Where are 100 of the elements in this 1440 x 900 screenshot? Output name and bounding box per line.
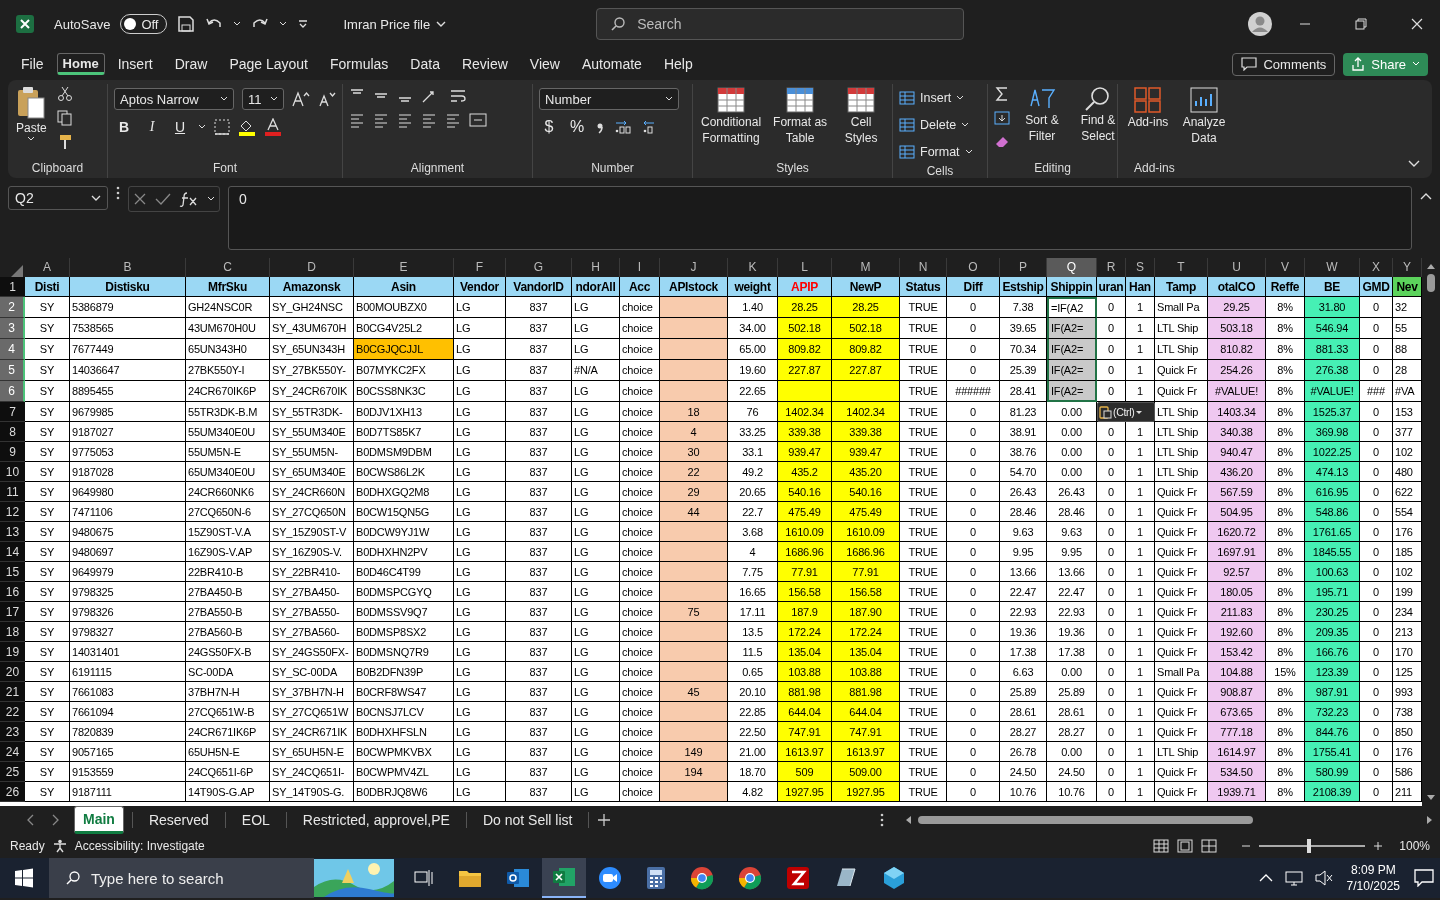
row-number[interactable]: 22 bbox=[0, 702, 25, 722]
insert-function-icon[interactable] bbox=[179, 191, 199, 207]
name-box[interactable]: Q2 bbox=[8, 186, 108, 210]
start-icon[interactable] bbox=[14, 868, 34, 888]
row-number[interactable]: 16 bbox=[0, 582, 25, 602]
more-icon[interactable] bbox=[116, 186, 120, 200]
row-number[interactable]: 1 bbox=[0, 277, 25, 297]
fill-icon[interactable] bbox=[994, 110, 1010, 126]
accessibility-icon[interactable] bbox=[52, 839, 67, 853]
caret-icon[interactable] bbox=[233, 20, 242, 28]
row-number[interactable]: 23 bbox=[0, 722, 25, 742]
row-number[interactable]: 18 bbox=[0, 622, 25, 642]
previous-sheet-icon[interactable] bbox=[26, 814, 36, 826]
page-layout-icon[interactable] bbox=[1177, 839, 1194, 853]
caret-icon[interactable] bbox=[279, 20, 288, 28]
menu-tab[interactable]: Insert bbox=[108, 49, 162, 79]
row-number[interactable]: 11 bbox=[0, 482, 25, 502]
zoom-level[interactable]: 100% bbox=[1399, 839, 1430, 853]
close-icon[interactable] bbox=[1411, 18, 1423, 30]
fill-color-icon[interactable] bbox=[238, 118, 256, 136]
bold-button[interactable]: B bbox=[114, 119, 134, 135]
font-color-icon[interactable] bbox=[264, 118, 282, 136]
calculator-icon[interactable] bbox=[646, 866, 666, 890]
increase-decimal-icon[interactable] bbox=[613, 119, 633, 135]
folder-icon[interactable] bbox=[458, 868, 482, 888]
taskbar-search-field[interactable]: Type here to search bbox=[91, 858, 314, 898]
editing-button[interactable]: Find & Select bbox=[1074, 84, 1122, 146]
avatar-icon[interactable] bbox=[1248, 12, 1272, 36]
menu-tab[interactable]: File bbox=[12, 49, 53, 79]
browser-icon[interactable] bbox=[738, 866, 762, 890]
number-format-field[interactable]: Number bbox=[539, 88, 679, 110]
underline-button[interactable]: U bbox=[170, 119, 190, 135]
row-number[interactable]: 6 bbox=[0, 381, 25, 402]
scroll-up-icon[interactable] bbox=[1426, 262, 1436, 270]
cells-button[interactable]: Delete bbox=[899, 113, 970, 137]
sheet-tab[interactable]: EOL bbox=[233, 806, 278, 834]
merge-icon[interactable] bbox=[469, 112, 487, 128]
sheet-tab[interactable]: Main bbox=[74, 806, 124, 834]
row-number[interactable]: 17 bbox=[0, 602, 25, 622]
menu-tab[interactable]: Page Layout bbox=[220, 49, 317, 79]
align-icon[interactable] bbox=[421, 112, 437, 128]
row-number[interactable]: 19 bbox=[0, 642, 25, 662]
scroll-right-icon[interactable] bbox=[1426, 815, 1434, 825]
paste-options-button[interactable]: (Ctrl) bbox=[1097, 402, 1155, 422]
zoom-in-icon[interactable] bbox=[1373, 841, 1384, 851]
cut-icon[interactable] bbox=[56, 86, 73, 102]
grow-font-icon[interactable] bbox=[292, 91, 310, 107]
network-icon[interactable] bbox=[1284, 870, 1303, 886]
align-icon[interactable] bbox=[397, 112, 413, 128]
row-number[interactable]: 13 bbox=[0, 522, 25, 542]
addins-button[interactable]: Add-ins bbox=[1124, 84, 1172, 132]
ftp-app-icon[interactable] bbox=[786, 866, 810, 890]
menu-tab[interactable]: Home bbox=[56, 53, 105, 75]
row-number[interactable]: 15 bbox=[0, 562, 25, 582]
normal-view-icon[interactable] bbox=[1153, 839, 1170, 853]
menu-tab[interactable]: View bbox=[520, 49, 569, 79]
row-number[interactable]: 25 bbox=[0, 762, 25, 782]
menu-tab[interactable]: Review bbox=[452, 49, 517, 79]
scroll-down-icon[interactable] bbox=[1426, 794, 1436, 802]
row-number[interactable]: 10 bbox=[0, 462, 25, 482]
file-name-button[interactable]: Imran Price file bbox=[343, 16, 447, 32]
align-icon[interactable] bbox=[349, 112, 365, 128]
cells-button[interactable]: Format bbox=[899, 140, 973, 164]
caret-icon[interactable] bbox=[207, 196, 215, 202]
caret-icon[interactable] bbox=[198, 124, 206, 130]
comments-button[interactable]: Comments bbox=[1232, 52, 1336, 76]
more-icon[interactable] bbox=[880, 813, 884, 827]
column-letter[interactable]: Q bbox=[1047, 258, 1097, 279]
number-style-button[interactable]: $ bbox=[539, 118, 559, 136]
row-number[interactable]: 12 bbox=[0, 502, 25, 522]
borders-icon[interactable] bbox=[214, 119, 230, 135]
enter-icon[interactable] bbox=[155, 192, 171, 206]
clock-date[interactable]: 7/10/2025 bbox=[1346, 878, 1400, 894]
volume-icon[interactable] bbox=[1314, 870, 1333, 886]
row-number[interactable]: 20 bbox=[0, 662, 25, 682]
sheet-tab[interactable]: Do not Sell list bbox=[474, 806, 581, 834]
row-number[interactable]: 2 bbox=[0, 297, 25, 318]
page-break-icon[interactable] bbox=[1201, 839, 1218, 853]
row-number[interactable]: 8 bbox=[0, 422, 25, 442]
font-name-field[interactable]: Aptos Narrow bbox=[114, 88, 234, 110]
cells-button[interactable]: Insert bbox=[899, 86, 965, 110]
row-number[interactable]: 14 bbox=[0, 542, 25, 562]
share-button[interactable]: Share bbox=[1343, 52, 1428, 76]
wrap-text-icon[interactable] bbox=[449, 88, 467, 104]
next-sheet-icon[interactable] bbox=[50, 814, 60, 826]
styles-button[interactable]: Cell Styles bbox=[837, 84, 886, 148]
chevron-icon[interactable] bbox=[1258, 873, 1273, 883]
save-icon[interactable] bbox=[177, 15, 196, 33]
eraser-icon[interactable] bbox=[994, 134, 1010, 150]
notifications-icon[interactable] bbox=[1414, 869, 1434, 887]
row-number[interactable]: 5 bbox=[0, 360, 25, 381]
align-icon[interactable] bbox=[373, 112, 389, 128]
sheet-tab[interactable]: Restricted, approvel,PE bbox=[294, 806, 458, 834]
shrink-font-icon[interactable] bbox=[318, 91, 336, 107]
mail-app-icon[interactable] bbox=[506, 867, 530, 889]
italic-button[interactable]: I bbox=[142, 119, 162, 135]
menu-tab[interactable]: Formulas bbox=[321, 49, 398, 79]
row-number[interactable]: 21 bbox=[0, 682, 25, 702]
menu-tab[interactable]: Data bbox=[401, 49, 449, 79]
menu-tab[interactable]: Draw bbox=[165, 49, 217, 79]
